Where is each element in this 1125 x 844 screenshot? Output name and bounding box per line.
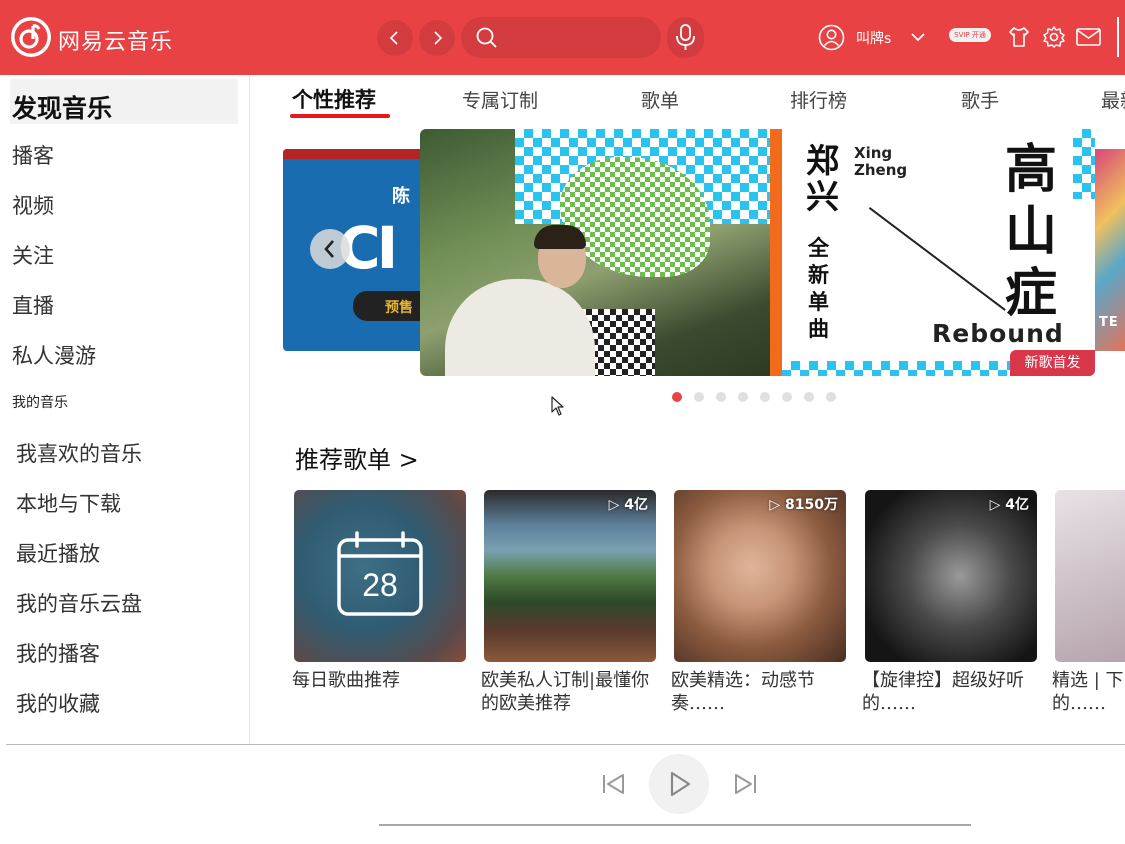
banner-pinyin-first: Xing — [854, 144, 893, 162]
playlist-card[interactable] — [1055, 490, 1125, 662]
banner-right-text: TE — [1099, 315, 1119, 330]
banner-subtitle: 全新单曲 — [808, 236, 829, 341]
sidebar-item-live[interactable]: 直播 — [12, 290, 54, 320]
top-bar: 网易云音乐 叫牌s SVIP 开通 — [0, 0, 1125, 75]
banner-song-title-en: Rebound — [932, 319, 1064, 348]
tab-exclusive[interactable]: 专属订制 — [462, 86, 538, 113]
banner-accent — [283, 149, 433, 159]
calendar-day: 28 — [362, 567, 398, 603]
recommend-section-title[interactable]: 推荐歌单 > — [295, 440, 419, 475]
sidebar: 发现音乐 播客 视频 关注 直播 私人漫游 我的音乐 我喜欢的音乐 本地与下载 … — [0, 75, 250, 745]
play-count: ▷ 8150万 — [769, 497, 838, 513]
forward-button[interactable] — [419, 20, 455, 56]
play-icon — [670, 771, 691, 797]
tab-personal-recommend[interactable]: 个性推荐 — [292, 84, 376, 114]
carousel-dot[interactable] — [716, 392, 726, 402]
playlist-caption[interactable]: 欧美精选：动感节奏…… — [671, 669, 843, 715]
playlist-caption[interactable]: 欧美私人订制|最懂你的欧美推荐 — [481, 669, 661, 715]
tshirt-icon[interactable] — [1007, 25, 1031, 49]
app-name: 网易云音乐 — [58, 30, 174, 55]
banner-text-panel: 郑兴 Xing Zheng 全新单曲 高山症 Rebound — [782, 129, 1095, 376]
tab-charts[interactable]: 排行榜 — [790, 86, 847, 113]
playlist-card[interactable]: ▷ 4亿 — [484, 490, 656, 662]
previous-icon[interactable] — [601, 773, 627, 795]
sidebar-item-discover[interactable]: 发现音乐 — [10, 79, 238, 124]
username[interactable]: 叫牌s — [856, 28, 891, 48]
sidebar-item-recent[interactable]: 最近播放 — [16, 538, 100, 568]
banner-current-slide[interactable]: 郑兴 Xing Zheng 全新单曲 高山症 Rebound 新歌首发 — [420, 129, 1095, 376]
banner-divider-stripe — [770, 129, 782, 376]
sidebar-item-podcast[interactable]: 播客 — [12, 140, 54, 170]
tab-overflow: 最新音乐 — [1100, 86, 1125, 116]
tab-new-music[interactable]: 最新音乐 — [1101, 86, 1125, 113]
sidebar-item-my-podcast[interactable]: 我的播客 — [16, 638, 100, 668]
playlist-card-daily[interactable]: 28 — [294, 490, 466, 662]
search-input[interactable] — [461, 17, 661, 58]
mail-icon[interactable] — [1075, 25, 1102, 49]
play-button[interactable] — [649, 754, 709, 814]
gear-icon[interactable] — [1042, 25, 1066, 49]
carousel-dot[interactable] — [782, 392, 792, 402]
carousel-dot[interactable] — [760, 392, 770, 402]
carousel-dot[interactable] — [738, 392, 748, 402]
topbar-divider — [1117, 17, 1119, 57]
tab-artists[interactable]: 歌手 — [961, 86, 999, 113]
sidebar-item-private-roam[interactable]: 私人漫游 — [12, 340, 96, 370]
tab-playlists[interactable]: 歌单 — [641, 86, 679, 113]
microphone-icon — [676, 24, 695, 50]
banner-artist-name: 郑兴 — [806, 141, 839, 216]
banner-tag: 新歌首发 — [1010, 350, 1095, 376]
carousel-dot[interactable] — [694, 392, 704, 402]
banner-song-title: 高山症 — [1005, 139, 1058, 324]
banner-pattern — [1073, 129, 1095, 199]
user-icon[interactable] — [818, 24, 845, 51]
progress-bar[interactable] — [379, 824, 971, 826]
playlist-card[interactable]: ▷ 8150万 — [674, 490, 846, 662]
banner-left-text: 陈 — [392, 186, 410, 207]
chevron-left-icon — [389, 31, 398, 45]
vip-badge[interactable]: SVIP 开通 — [949, 28, 991, 42]
sidebar-item-follow[interactable]: 关注 — [12, 240, 54, 270]
voice-search-button[interactable] — [667, 17, 704, 58]
calendar-icon: 28 — [337, 531, 423, 616]
carousel-dot[interactable] — [672, 392, 682, 402]
banner-artist-pinyin: Xing Zheng — [854, 145, 907, 179]
sidebar-item-video[interactable]: 视频 — [12, 190, 54, 220]
search-icon — [476, 27, 497, 48]
chevron-left-icon — [324, 240, 334, 258]
banner-person-hair — [534, 225, 586, 249]
sidebar-item-collection[interactable]: 我的收藏 — [16, 688, 100, 718]
mouse-cursor-icon — [551, 396, 564, 416]
sidebar-item-local-download[interactable]: 本地与下载 — [16, 488, 121, 518]
play-count: ▷ 4亿 — [608, 497, 648, 513]
tab-active-underline — [290, 114, 390, 118]
app-logo-icon[interactable] — [11, 17, 51, 57]
chevron-down-icon[interactable] — [908, 29, 928, 47]
back-button[interactable] — [377, 20, 413, 56]
playlist-caption[interactable]: 精选 | 下 的…… — [1052, 669, 1125, 715]
carousel-dot[interactable] — [826, 392, 836, 402]
play-count: ▷ 4亿 — [989, 497, 1029, 513]
sidebar-item-liked-music[interactable]: 我喜欢的音乐 — [16, 438, 142, 468]
sidebar-section-title: 我的音乐 — [12, 395, 68, 411]
playlist-card[interactable]: ▷ 4亿 — [865, 490, 1037, 662]
chevron-right-icon — [434, 31, 443, 45]
banner-prev-button[interactable] — [310, 229, 350, 269]
carousel-dot[interactable] — [804, 392, 814, 402]
playlist-caption[interactable]: 【旋律控】超级好听的…… — [862, 669, 1042, 715]
next-icon[interactable] — [732, 773, 758, 795]
banner-prev-slide[interactable]: 陈 CI 预售 — [283, 149, 433, 351]
playlist-caption[interactable]: 每日歌曲推荐 — [292, 669, 472, 692]
sidebar-item-label: 发现音乐 — [12, 94, 113, 123]
banner-diagonal-line — [869, 207, 1006, 311]
banner-next-slide[interactable]: TE — [1095, 149, 1125, 351]
player-divider — [6, 744, 1125, 745]
sidebar-item-cloud-drive[interactable]: 我的音乐云盘 — [16, 588, 142, 618]
banner-pinyin-last: Zheng — [854, 161, 908, 179]
